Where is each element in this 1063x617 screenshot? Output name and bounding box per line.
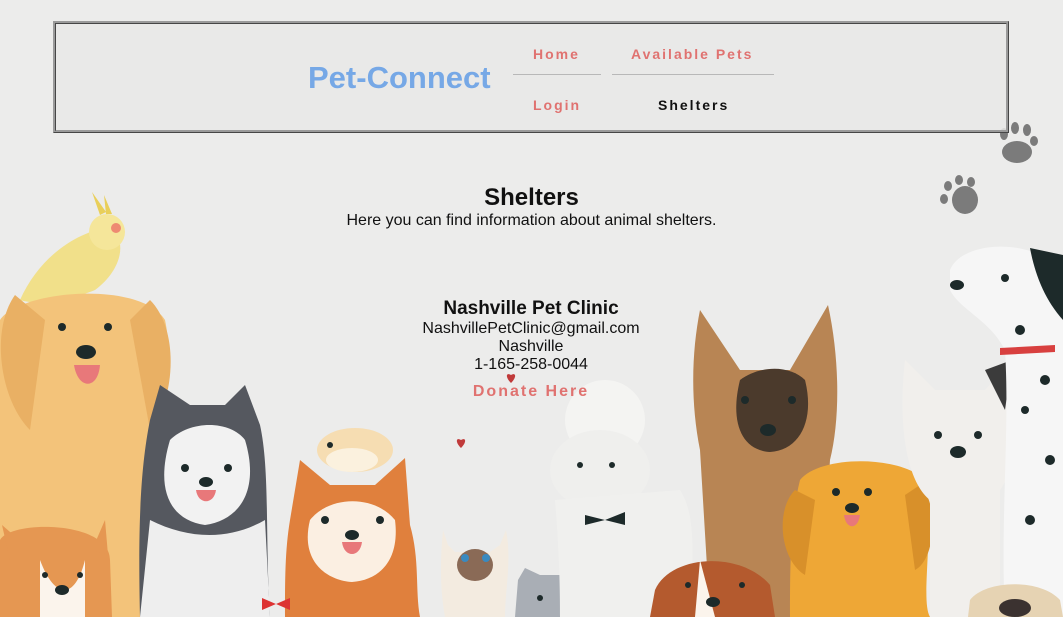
nav-divider [612, 74, 774, 75]
page-subtitle: Here you can find information about anim… [346, 212, 717, 229]
donate-link[interactable]: Donate Here [473, 383, 589, 401]
shelter-phone: 1-165-258-0044 [474, 356, 588, 373]
nav-available-pets-link[interactable]: Available Pets [631, 46, 753, 62]
page-title: Shelters [484, 184, 579, 211]
husky-illustration [139, 385, 270, 617]
siamese-cat-illustration [440, 530, 509, 617]
shelter-city: Nashville [498, 338, 564, 355]
brand-logo[interactable]: Pet-Connect [308, 60, 491, 96]
nav-login-link[interactable]: Login [533, 97, 581, 113]
nav-home-link[interactable]: Home [533, 46, 580, 62]
shiba-illustration [262, 458, 420, 617]
heart-icon [456, 439, 466, 448]
golden-dog-illustration [782, 461, 933, 617]
site-header: Pet-Connect Home Available Pets Login Sh… [53, 21, 1009, 133]
hamster-illustration [317, 428, 393, 472]
shelter-email: NashvillePetClinic@gmail.com [422, 320, 640, 337]
nav-shelters-link[interactable]: Shelters [658, 97, 729, 113]
shelter-name: Nashville Pet Clinic [443, 298, 619, 319]
nav-divider [513, 74, 601, 75]
shelter-card: Nashville Pet Clinic NashvillePetClinic@… [381, 297, 681, 401]
